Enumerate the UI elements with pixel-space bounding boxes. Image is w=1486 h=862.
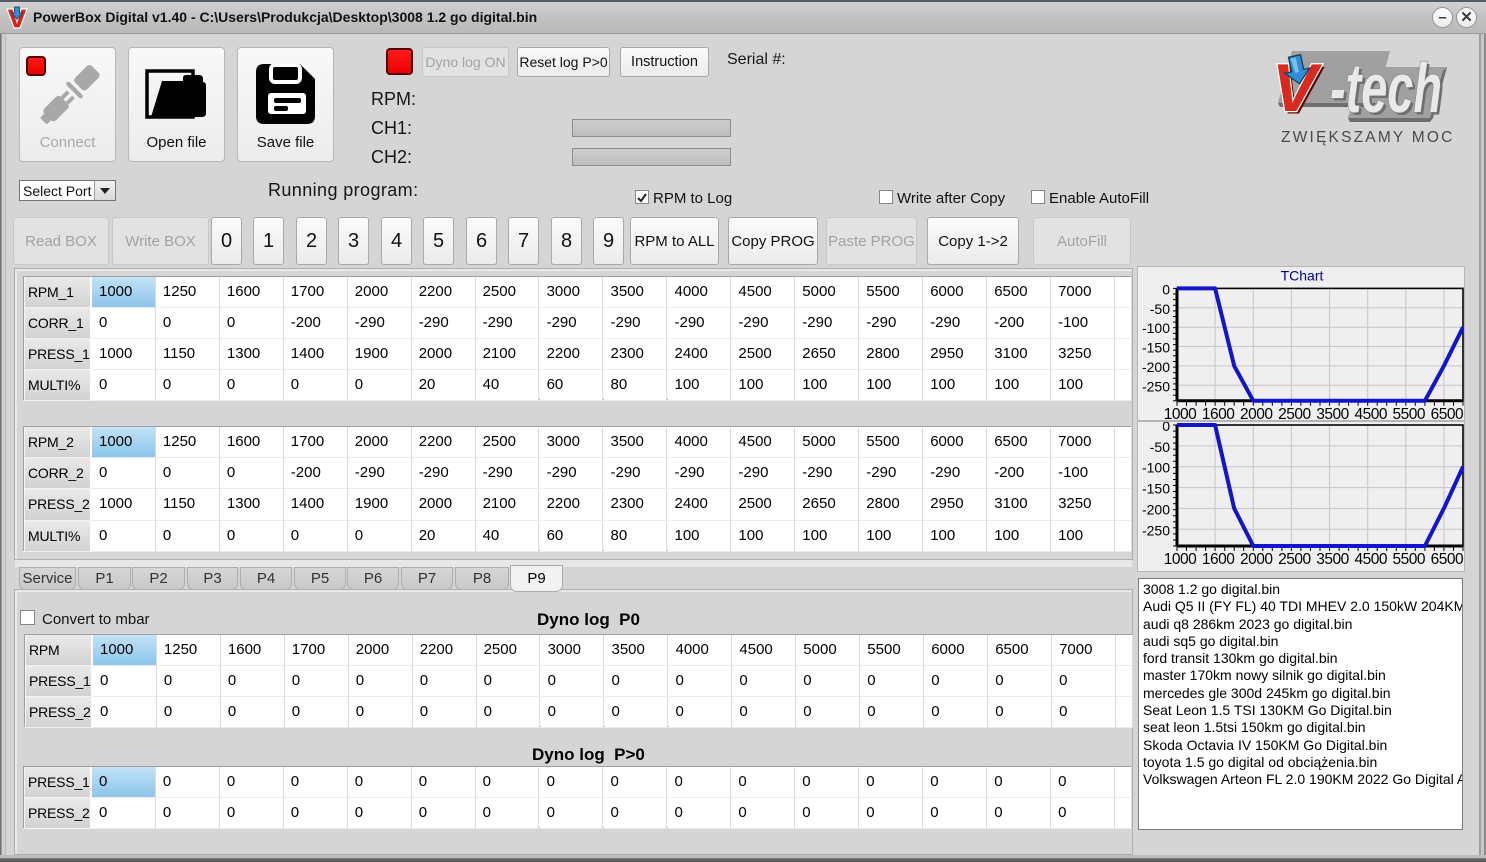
svg-text:-200: -200 bbox=[1142, 501, 1170, 517]
svg-text:3500: 3500 bbox=[1316, 406, 1349, 421]
svg-text:1600: 1600 bbox=[1202, 406, 1235, 421]
svg-text:2000: 2000 bbox=[1240, 406, 1273, 421]
svg-text:5500: 5500 bbox=[1393, 406, 1426, 421]
svg-text:TChart: TChart bbox=[1281, 267, 1324, 283]
svg-text:4500: 4500 bbox=[1354, 406, 1387, 421]
svg-text:-200: -200 bbox=[1142, 359, 1170, 375]
svg-text:0: 0 bbox=[1162, 281, 1170, 297]
svg-text:0: 0 bbox=[1162, 422, 1170, 434]
svg-text:6500: 6500 bbox=[1431, 551, 1464, 568]
svg-text:-100: -100 bbox=[1142, 460, 1170, 476]
svg-text:2000: 2000 bbox=[1240, 551, 1273, 568]
svg-text:ZWIĘKSZAMY MOC: ZWIĘKSZAMY MOC bbox=[1281, 129, 1454, 146]
svg-text:-250: -250 bbox=[1142, 522, 1170, 538]
svg-text:1000: 1000 bbox=[1164, 551, 1197, 568]
svg-text:2500: 2500 bbox=[1278, 551, 1311, 568]
svg-text:4500: 4500 bbox=[1354, 551, 1387, 568]
svg-text:2500: 2500 bbox=[1278, 406, 1311, 421]
svg-text:1600: 1600 bbox=[1202, 551, 1235, 568]
svg-text:-50: -50 bbox=[1150, 439, 1170, 455]
svg-text:1000: 1000 bbox=[1164, 406, 1197, 421]
svg-text:-tech: -tech bbox=[1330, 50, 1442, 127]
svg-text:-250: -250 bbox=[1142, 378, 1170, 394]
svg-text:-150: -150 bbox=[1142, 340, 1170, 356]
svg-text:6500: 6500 bbox=[1431, 406, 1464, 421]
svg-text:-150: -150 bbox=[1142, 481, 1170, 497]
svg-text:-50: -50 bbox=[1150, 301, 1170, 317]
svg-text:-100: -100 bbox=[1142, 320, 1170, 336]
svg-text:5500: 5500 bbox=[1393, 551, 1426, 568]
svg-text:3500: 3500 bbox=[1316, 551, 1349, 568]
